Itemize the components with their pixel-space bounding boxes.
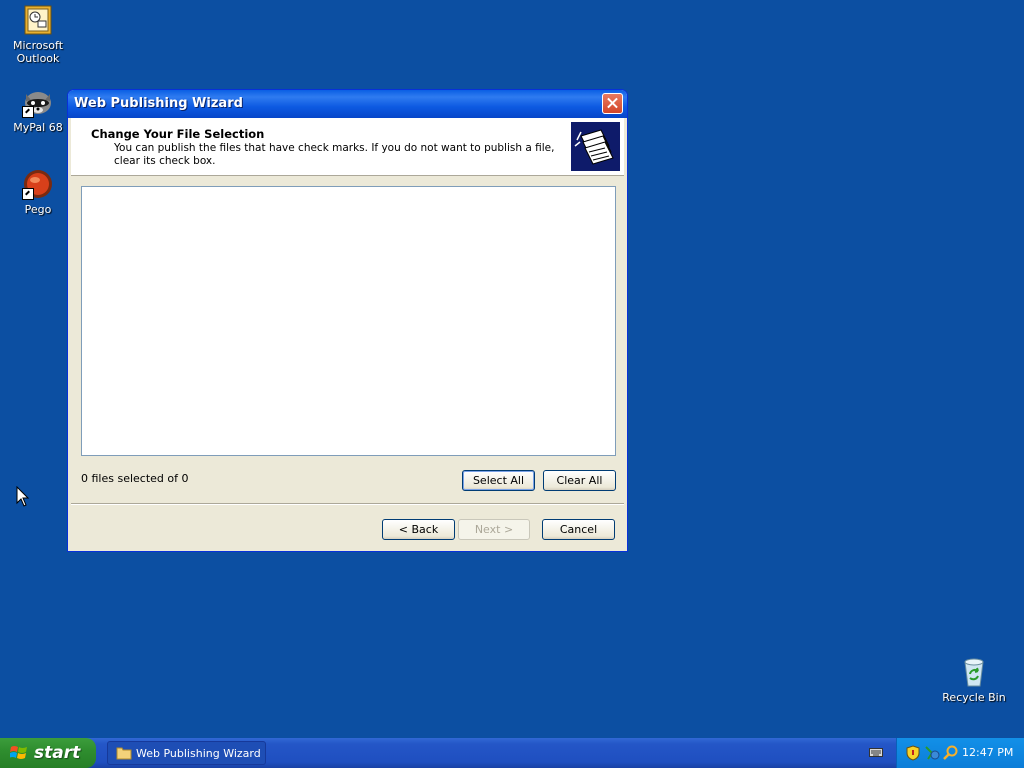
shortcut-arrow-icon (22, 188, 34, 200)
clock: 12:47 PM (962, 746, 1014, 759)
cancel-button[interactable]: Cancel (542, 519, 615, 540)
back-button[interactable]: < Back (382, 519, 455, 540)
recycle-bin-icon (958, 656, 990, 688)
next-button[interactable]: Next > (458, 519, 530, 540)
page-description: You can publish the files that have chec… (114, 142, 555, 167)
desktop-icon-pego[interactable]: Pego (0, 168, 76, 216)
raccoon-icon (22, 86, 54, 118)
desktop-icon-recycle-bin[interactable]: Recycle Bin (936, 656, 1012, 704)
desktop-icon-label: MyPal 68 (13, 121, 63, 134)
desktop-icon-label: Pego (24, 203, 52, 216)
file-selection-list[interactable] (81, 186, 616, 456)
selection-status: 0 files selected of 0 (81, 472, 189, 485)
network-icon[interactable] (924, 745, 940, 761)
system-tray: 12:47 PM (896, 738, 1024, 768)
close-button[interactable] (602, 93, 623, 114)
outlook-icon (22, 4, 54, 36)
taskbar-item-web-publishing-wizard[interactable]: Web Publishing Wizard (107, 741, 266, 765)
desktop-icon-label: Recycle Bin (942, 691, 1006, 704)
title-bar[interactable]: Web Publishing Wizard (68, 90, 627, 118)
page-title: Change Your File Selection (91, 127, 265, 141)
security-shield-icon[interactable] (906, 745, 920, 761)
desktop-icon-outlook[interactable]: Microsoft Outlook (0, 4, 76, 65)
windows-logo-icon (10, 746, 27, 759)
red-ball-icon (22, 168, 54, 200)
taskbar-item-label: Web Publishing Wizard (136, 747, 261, 760)
mouse-cursor-icon (16, 486, 30, 507)
web-publishing-wizard-window: Web Publishing Wizard Change Your File S… (67, 89, 628, 552)
desktop-icon-mypal[interactable]: MyPal 68 (0, 86, 76, 134)
window-title: Web Publishing Wizard (74, 96, 243, 111)
folder-icon (116, 747, 132, 760)
shortcut-arrow-icon (22, 106, 34, 118)
select-all-button[interactable]: Select All (462, 470, 535, 491)
start-button[interactable]: start (0, 738, 96, 768)
start-label: start (34, 743, 81, 763)
publishing-icon (571, 122, 620, 171)
search-icon[interactable] (943, 745, 959, 761)
wizard-header: Change Your File Selection You can publi… (71, 118, 624, 176)
keyboard-icon[interactable] (869, 747, 883, 758)
separator (71, 503, 624, 505)
desktop-icon-label: Microsoft Outlook (12, 39, 64, 65)
clear-all-button[interactable]: Clear All (543, 470, 616, 491)
